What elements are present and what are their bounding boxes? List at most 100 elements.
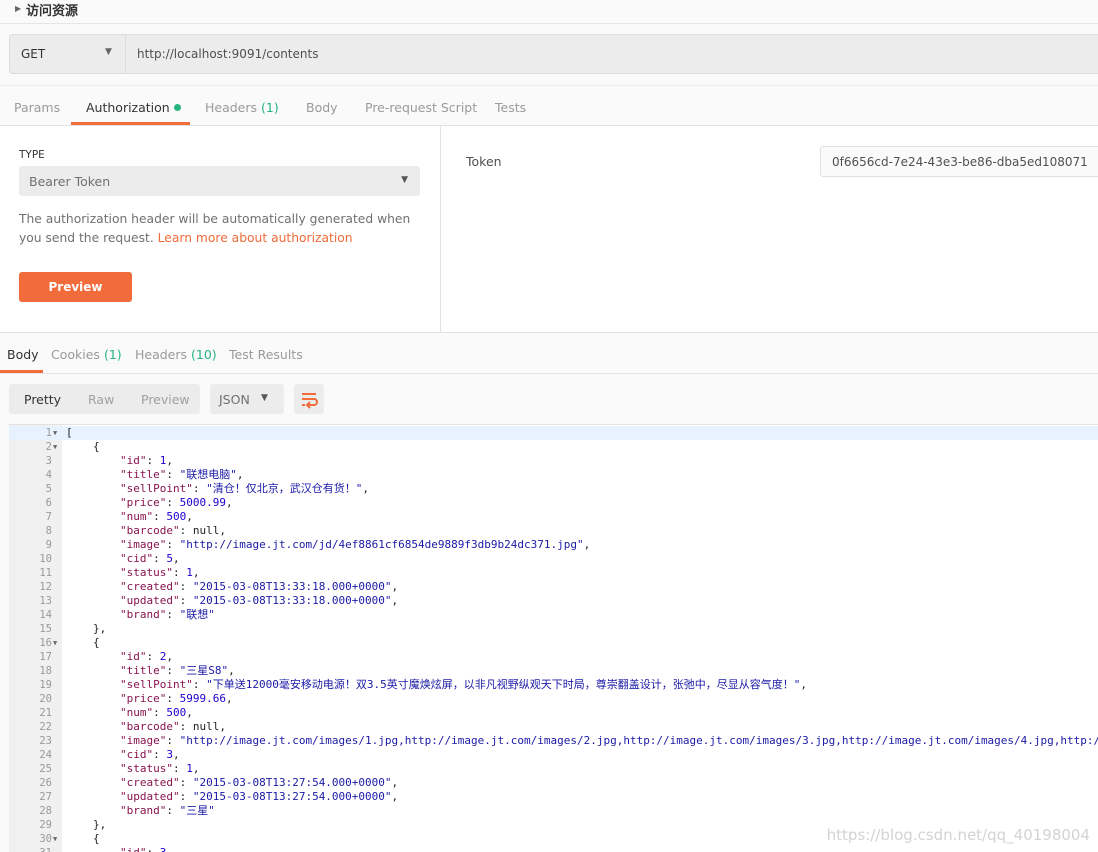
preview-request-button[interactable]: Preview Request — [19, 272, 132, 324]
json-punctuation: , — [166, 650, 173, 663]
auth-token-panel: Token 0f6656cd-7e24-43e3-be86-dba5ed1080… — [441, 126, 1098, 332]
line-number: 15 — [39, 623, 52, 635]
active-tab-underline — [71, 122, 190, 125]
tab-authorization[interactable]: Authorization — [86, 100, 181, 115]
tab-response-headers[interactable]: Headers (10) — [135, 347, 217, 362]
line-number: 3 — [45, 455, 52, 467]
wrap-lines-button[interactable] — [294, 384, 324, 414]
json-key: "cid" — [120, 748, 154, 761]
json-key: "status" — [120, 566, 173, 579]
line-number: 14 — [39, 609, 52, 621]
code-line: 12 "created": "2015-03-08T13:33:18.000+00… — [9, 580, 1098, 594]
json-punctuation: : — [146, 650, 160, 663]
tab-label: Tests — [495, 100, 527, 115]
json-key: "image" — [120, 538, 167, 551]
json-string: "2015-03-08T13:27:54.000+0000" — [192, 776, 392, 789]
json-punctuation: , — [186, 510, 193, 523]
tab-pre-request-script[interactable]: Pre-request Script — [365, 100, 477, 115]
code-text: "sellPoint": "下单送12000毫安移动电源！双3.5英寸魔焕炫屏，… — [66, 678, 807, 692]
json-string: "三星" — [179, 804, 215, 817]
json-punctuation: , — [362, 482, 369, 495]
json-punctuation: , — [236, 468, 244, 481]
json-punctuation: , — [225, 496, 233, 509]
code-text: "brand": "联想" — [66, 608, 215, 622]
type-label: TYPE — [19, 149, 45, 161]
json-punctuation: , — [166, 454, 173, 467]
tab-cookies[interactable]: Cookies (1) — [51, 347, 122, 362]
line-number: 17 — [39, 651, 52, 663]
code-text: "id": 1, — [66, 454, 173, 468]
json-key: "updated" — [120, 594, 180, 607]
code-text: }, — [66, 622, 106, 636]
json-key: "sellPoint" — [120, 678, 193, 691]
tab-response-body[interactable]: Body — [7, 347, 39, 362]
view-pretty[interactable]: Pretty — [24, 392, 61, 407]
line-number: 24 — [39, 749, 52, 761]
response-editor[interactable]: 1 ▼[2 ▼{3 "id": 1, 4 "title": "联想电脑", 5 "sellPo… — [9, 424, 1098, 852]
code-text: "id": 3, — [66, 846, 173, 852]
line-number: 5 — [45, 483, 52, 495]
json-null: null — [192, 524, 220, 537]
tab-label: Cookies — [51, 347, 100, 362]
json-punctuation: , — [192, 566, 200, 579]
fold-toggle-icon[interactable]: ▼ — [53, 636, 57, 650]
code-line: 21 "num": 500, — [9, 706, 1098, 720]
view-raw[interactable]: Raw — [88, 392, 114, 407]
tab-test-results[interactable]: Test Results — [229, 347, 303, 362]
tab-count: (10) — [191, 347, 217, 362]
tab-label: Authorization — [86, 100, 170, 115]
json-punctuation: { — [93, 832, 100, 845]
tab-count: (1) — [103, 347, 122, 362]
learn-more-link[interactable]: Learn more about authorization — [158, 231, 353, 245]
tab-body[interactable]: Body — [306, 100, 338, 115]
code-line: 15}, — [9, 622, 1098, 636]
url-bar: GET ▼ http://localhost:9091/contents — [9, 34, 1098, 74]
json-string: "2015-03-08T13:27:54.000+0000" — [192, 790, 392, 803]
tab-headers[interactable]: Headers (1) — [205, 100, 279, 115]
format-select[interactable]: JSON ▼ — [210, 384, 284, 414]
json-key: "image" — [120, 734, 167, 747]
code-text: "num": 500, — [66, 706, 193, 720]
auth-type-select[interactable]: Bearer Token ▼ — [19, 166, 420, 196]
line-number: 7 — [45, 511, 52, 523]
line-number: 21 — [39, 707, 52, 719]
view-preview[interactable]: Preview — [141, 392, 190, 407]
json-punctuation: : — [153, 748, 167, 761]
auth-type-panel: TYPE Bearer Token ▼ The authorization he… — [0, 126, 441, 332]
json-punctuation: { — [93, 636, 100, 649]
fold-toggle-icon[interactable]: ▼ — [53, 440, 57, 454]
json-punctuation: : — [166, 468, 180, 481]
json-punctuation: , — [186, 706, 193, 719]
tab-label: Pre-request Script — [365, 100, 478, 115]
tab-params[interactable]: Params — [14, 100, 60, 115]
json-punctuation: : — [172, 762, 187, 775]
chevron-down-icon: ▼ — [105, 47, 112, 57]
json-punctuation: , — [391, 594, 399, 607]
line-number: 12 — [39, 581, 52, 593]
json-key: "title" — [120, 468, 167, 481]
json-number: 500 — [166, 510, 187, 523]
json-punctuation: }, — [93, 818, 107, 831]
caret-right-icon[interactable]: ▶ — [15, 4, 21, 13]
url-input[interactable]: http://localhost:9091/contents — [137, 47, 318, 61]
json-punctuation: : — [179, 594, 193, 607]
code-text: "created": "2015-03-08T13:33:18.000+0000… — [66, 580, 398, 594]
code-line: 11 "status": 1, — [9, 566, 1098, 580]
code-text: "image": "http://image.jt.com/images/1.j… — [66, 734, 1098, 748]
tab-tests[interactable]: Tests — [495, 100, 526, 115]
json-punctuation: , — [391, 776, 399, 789]
fold-toggle-icon[interactable]: ▼ — [53, 426, 57, 440]
line-number: 29 — [39, 819, 52, 831]
json-punctuation: : — [179, 776, 193, 789]
json-punctuation: : — [166, 538, 180, 551]
json-key: "created" — [120, 580, 180, 593]
method-select[interactable]: GET ▼ — [10, 35, 126, 73]
token-input[interactable]: 0f6656cd-7e24-43e3-be86-dba5ed108071 — [820, 146, 1098, 177]
auth-type-value: Bearer Token — [29, 174, 111, 189]
json-string: "三星S8" — [179, 664, 229, 677]
fold-toggle-icon[interactable]: ▼ — [53, 832, 57, 846]
json-punctuation: : — [179, 580, 193, 593]
view-mode-group: Pretty Raw Preview — [9, 384, 200, 414]
code-text: "status": 1, — [66, 566, 199, 580]
line-number: 4 — [45, 469, 52, 481]
